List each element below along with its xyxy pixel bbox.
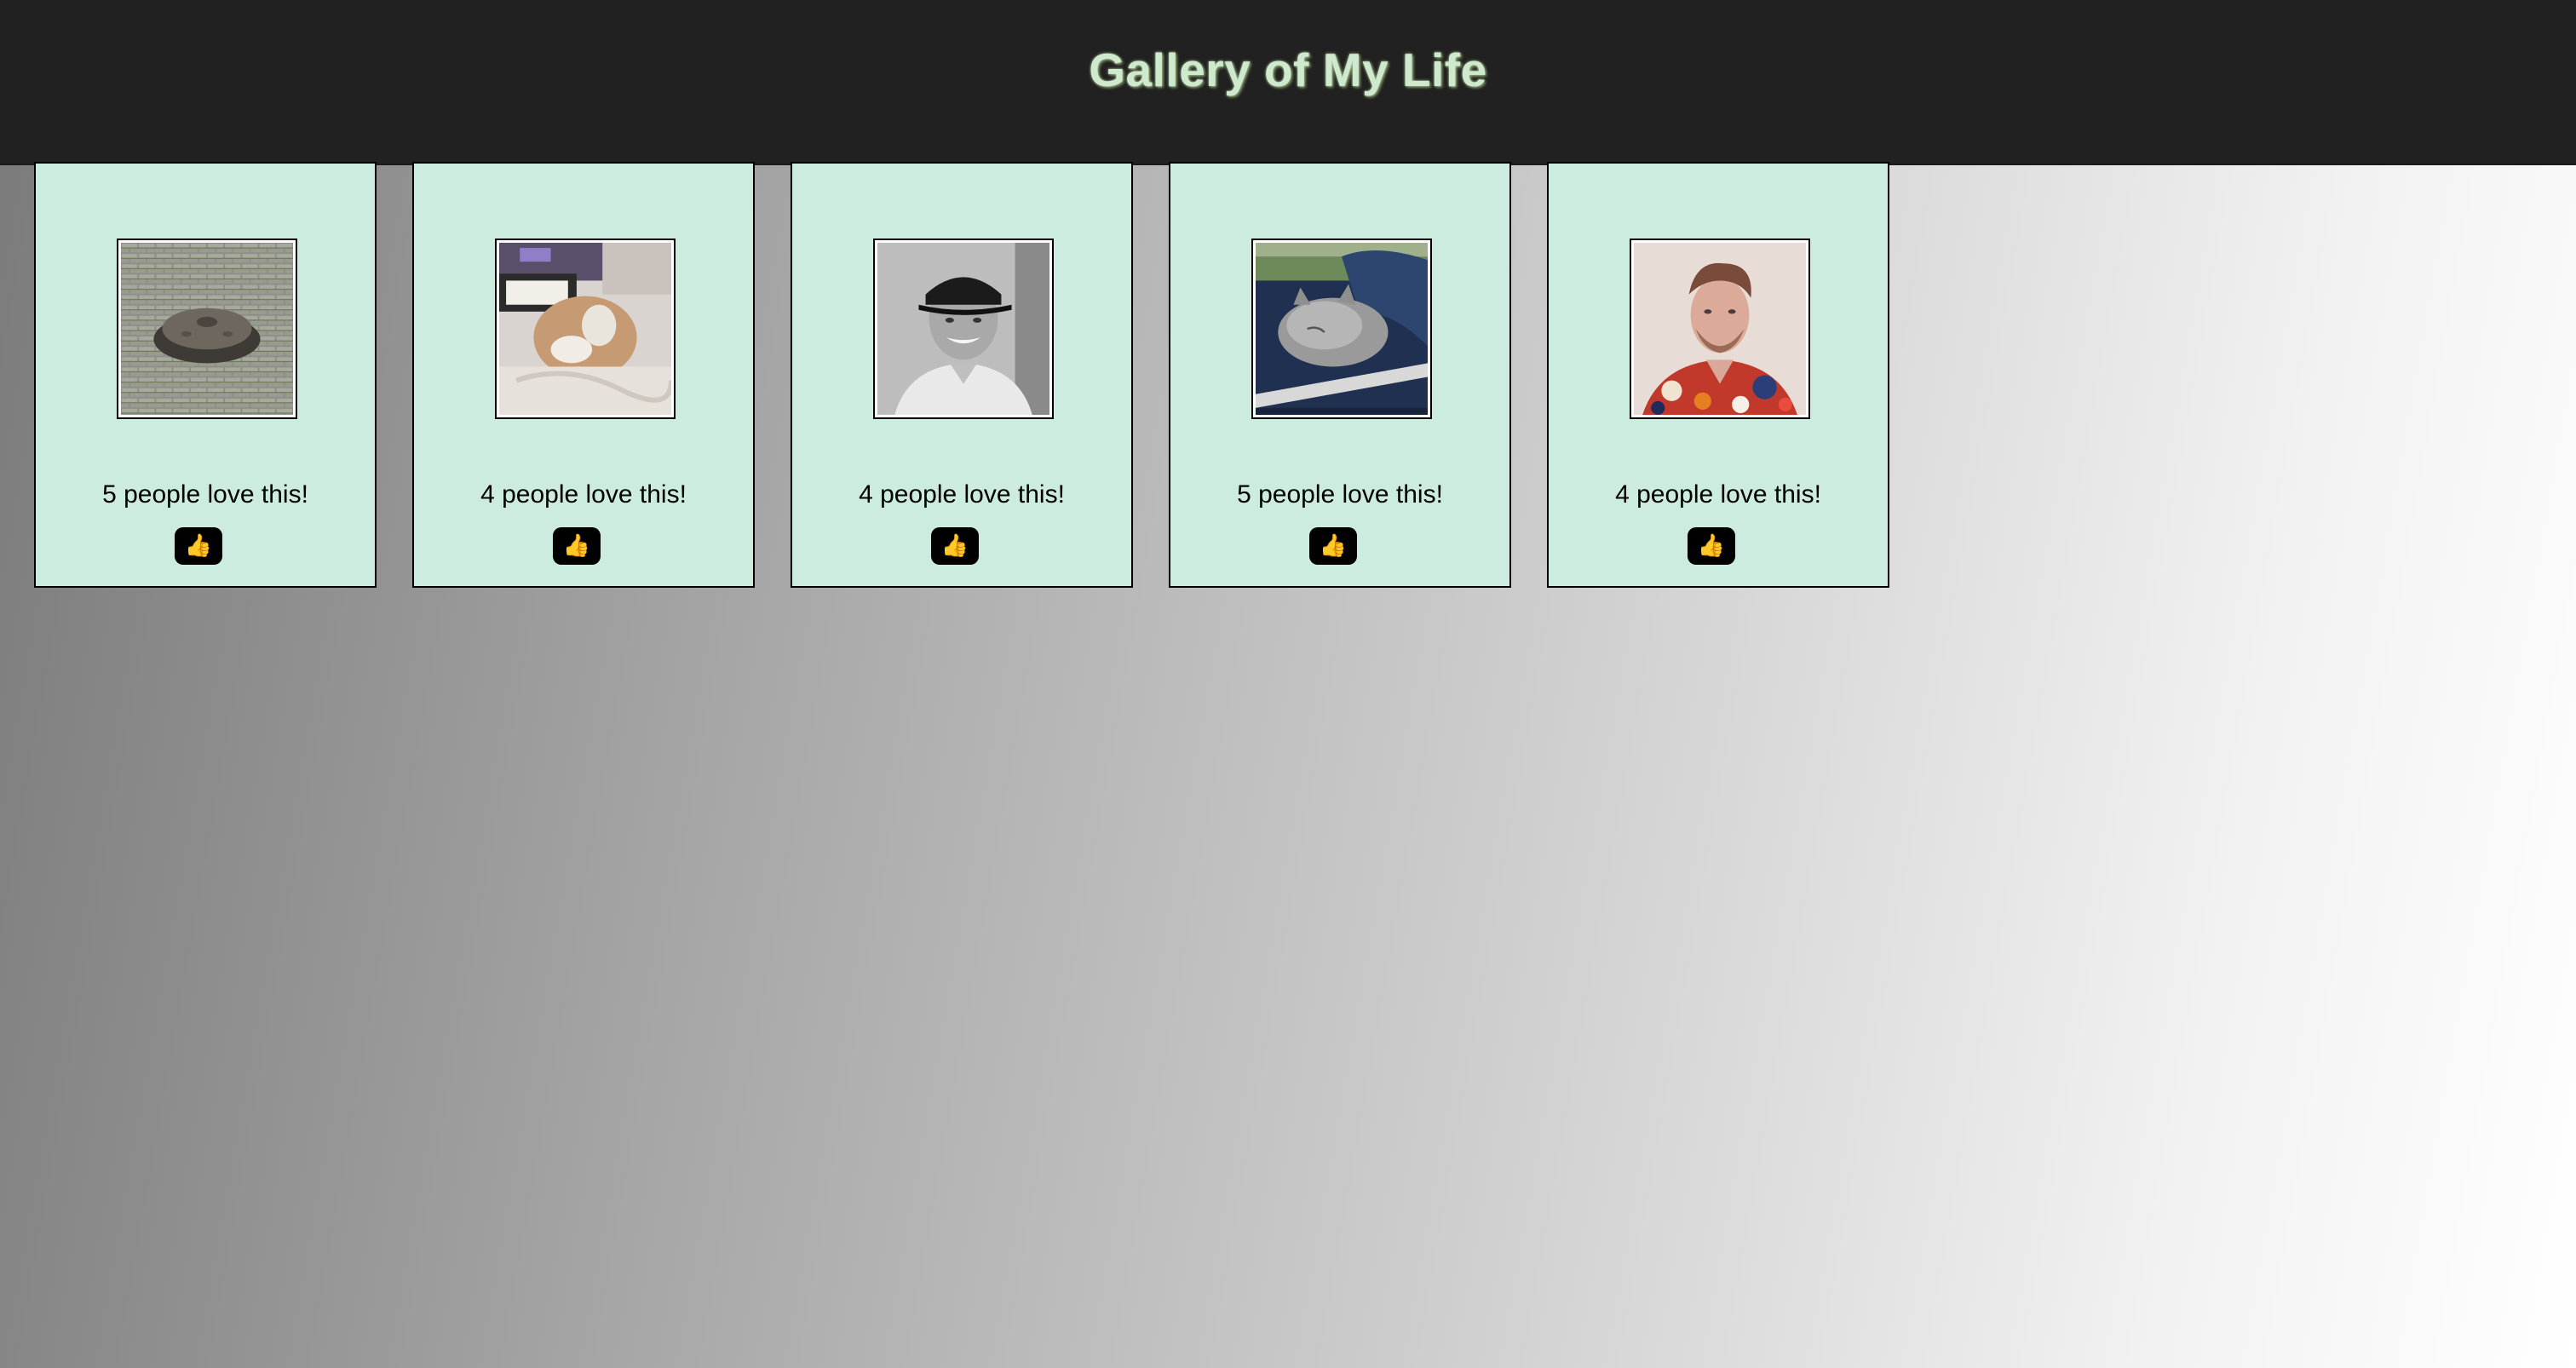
site-header: Gallery of My Life — [0, 0, 2576, 165]
photo-card: 4 people love this! 👍 — [791, 162, 1133, 588]
photo-frame — [873, 239, 1054, 419]
thumbs-up-icon: 👍 — [562, 533, 591, 559]
like-button[interactable]: 👍 — [1309, 527, 1357, 565]
like-button[interactable]: 👍 — [931, 527, 979, 565]
photo-card: 4 people love this! 👍 — [412, 162, 755, 588]
page-title: Gallery of My Life — [1089, 43, 1487, 96]
photo-card: 5 people love this! 👍 — [34, 162, 377, 588]
photo-image[interactable] — [1256, 243, 1428, 415]
photo-image[interactable] — [877, 243, 1049, 415]
photo-image[interactable] — [121, 243, 293, 415]
photo-card: 4 people love this! 👍 — [1547, 162, 1889, 588]
thumbs-up-icon: 👍 — [1697, 533, 1726, 559]
love-count-text: 5 people love this! — [102, 480, 308, 509]
thumbs-up-icon: 👍 — [184, 533, 213, 559]
like-button[interactable]: 👍 — [553, 527, 601, 565]
photo-image[interactable] — [1634, 243, 1806, 415]
love-count-text: 4 people love this! — [1615, 480, 1821, 509]
photo-frame — [117, 239, 297, 419]
photo-card: 5 people love this! 👍 — [1169, 162, 1511, 588]
photo-frame — [495, 239, 676, 419]
photo-frame — [1630, 239, 1810, 419]
thumbs-up-icon: 👍 — [940, 533, 969, 559]
love-count-text: 5 people love this! — [1237, 480, 1443, 509]
like-button[interactable]: 👍 — [1688, 527, 1735, 565]
photo-image[interactable] — [499, 243, 671, 415]
like-button[interactable]: 👍 — [175, 527, 222, 565]
love-count-text: 4 people love this! — [859, 480, 1065, 509]
love-count-text: 4 people love this! — [480, 480, 687, 509]
thumbs-up-icon: 👍 — [1319, 533, 1348, 559]
photo-frame — [1251, 239, 1432, 419]
